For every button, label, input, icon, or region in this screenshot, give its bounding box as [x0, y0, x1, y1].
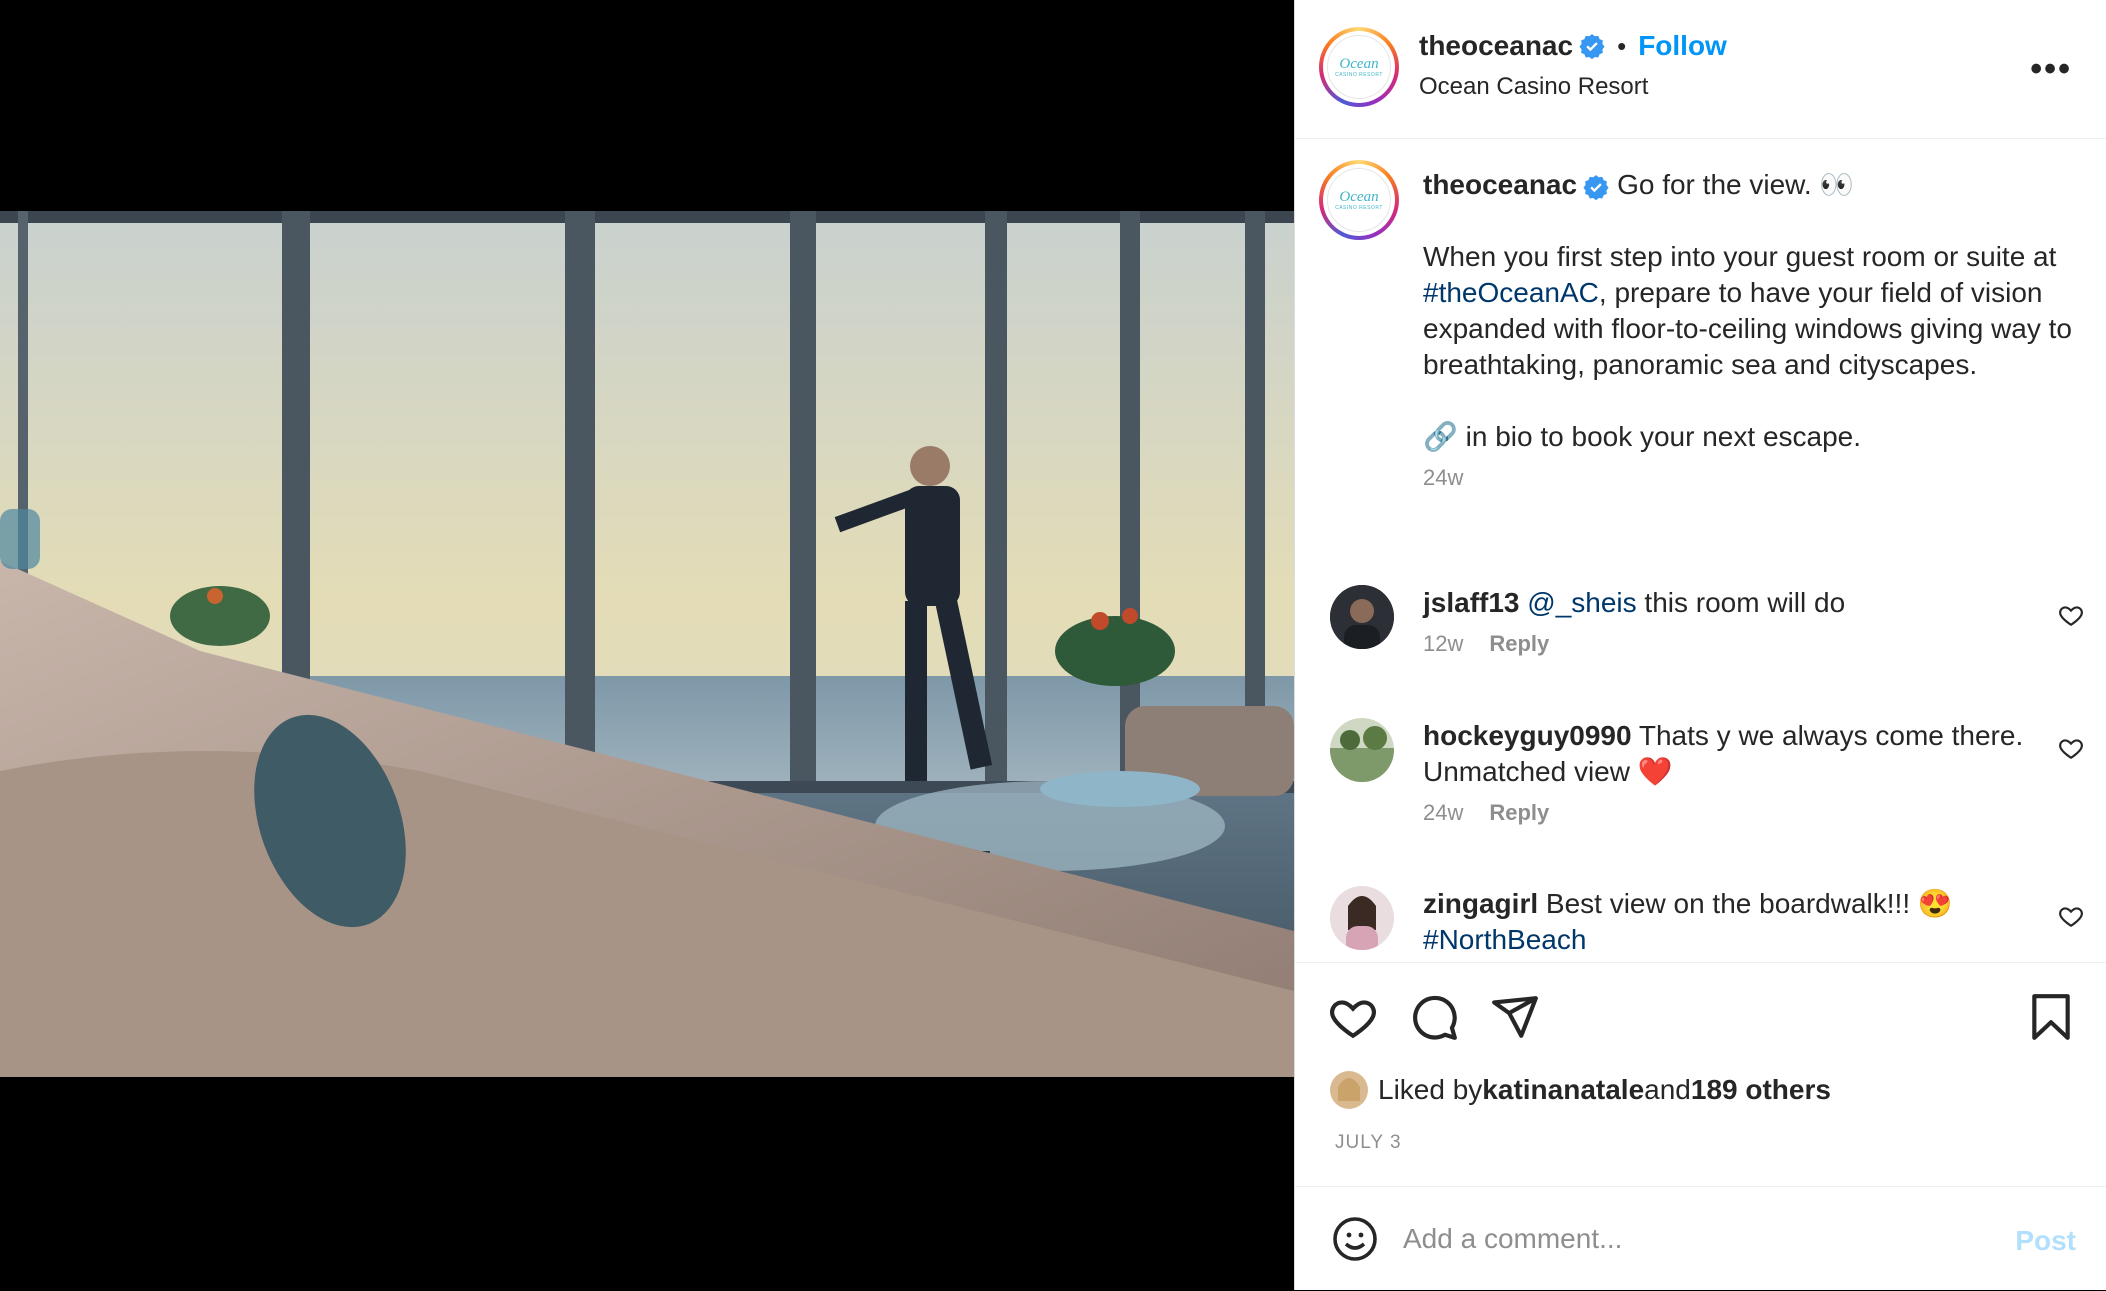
- caption-block: theoceanac Go for the view. 👀 When you fi…: [1423, 167, 2073, 491]
- caption-username[interactable]: theoceanac: [1423, 169, 1577, 200]
- comment-heart-icon[interactable]: [2058, 735, 2084, 761]
- logo-text: Ocean: [1339, 188, 1379, 205]
- ocean-logo: Ocean CASINO RESORT: [1327, 35, 1391, 99]
- logo-subtext: CASINO RESORT: [1335, 71, 1383, 78]
- comment-username[interactable]: jslaff13: [1423, 587, 1520, 618]
- mention-link[interactable]: @_sheis: [1527, 587, 1636, 618]
- post-header: Ocean CASINO RESORT theoceanac • Follow …: [1295, 0, 2106, 139]
- liker-username[interactable]: katinanatale: [1482, 1074, 1644, 1106]
- heart-icon[interactable]: [1328, 992, 1378, 1042]
- person-avatar-icon: [1330, 585, 1394, 649]
- emoji-icon[interactable]: [1331, 1215, 1379, 1263]
- comment-username[interactable]: zingagirl: [1423, 888, 1538, 919]
- hashtag-link[interactable]: #NorthBeach: [1423, 924, 1586, 955]
- action-bar: Liked by katinanatale and 189 others JUL…: [1295, 962, 2106, 1185]
- person-avatar-icon: [1330, 886, 1394, 950]
- add-comment-bar: Post: [1295, 1186, 2106, 1291]
- hotel-room-photo: [0, 211, 1294, 1077]
- logo-text: Ocean: [1339, 55, 1379, 72]
- likes-mid: and: [1644, 1074, 1691, 1105]
- comment-item: jslaff13 @_sheis this room will do 12w Re…: [1423, 585, 2033, 657]
- comment-icon[interactable]: [1409, 992, 1459, 1042]
- comment-input[interactable]: [1401, 1213, 1965, 1265]
- comment-item: zingagirl Best view on the boardwalk!!! …: [1423, 886, 2033, 958]
- comments-list[interactable]: Ocean CASINO RESORT theoceanac Go for the…: [1295, 139, 2106, 961]
- likes-prefix: Liked by: [1378, 1074, 1483, 1105]
- share-icon[interactable]: [1490, 992, 1540, 1042]
- author-avatar[interactable]: Ocean CASINO RESORT: [1319, 27, 1399, 107]
- post-media[interactable]: [0, 0, 1294, 1290]
- liker-avatar: [1330, 1071, 1368, 1109]
- likes-summary[interactable]: Liked by katinanatale and 189 others: [1330, 1071, 1831, 1109]
- comment-time[interactable]: 24w: [1423, 800, 1463, 825]
- author-username[interactable]: theoceanac: [1419, 30, 1573, 62]
- logo-subtext: CASINO RESORT: [1335, 204, 1383, 211]
- caption-first-line: theoceanac Go for the view. 👀: [1423, 167, 2073, 203]
- more-options-icon[interactable]: •••: [2030, 50, 2072, 89]
- verified-badge-icon: [1579, 34, 1605, 59]
- commenter-avatar[interactable]: [1330, 886, 1394, 950]
- caption-paragraph-2: 🔗 in bio to book your next escape.: [1423, 421, 1862, 452]
- comment-text: this room will do: [1636, 587, 1846, 618]
- header-separator: •: [1617, 30, 1627, 61]
- person-avatar-icon: [1330, 718, 1394, 782]
- bookmark-icon[interactable]: [2026, 992, 2076, 1042]
- verified-badge-icon: [1583, 174, 1609, 200]
- ocean-logo-small: Ocean CASINO RESORT: [1327, 168, 1391, 232]
- commenter-avatar[interactable]: [1330, 585, 1394, 649]
- comment-heart-icon[interactable]: [2058, 903, 2084, 929]
- comment-text: Best view on the boardwalk!!! 😍: [1545, 888, 1953, 919]
- comment-item: hockeyguy0990 Thats y we always come the…: [1423, 718, 2033, 826]
- caption-time[interactable]: 24w: [1423, 465, 2073, 491]
- location-link[interactable]: Ocean Casino Resort: [1419, 73, 1648, 101]
- caption-paragraph-1: When you first step into your guest room…: [1423, 239, 2073, 383]
- post-date[interactable]: JULY 3: [1335, 1132, 1402, 1154]
- reply-button[interactable]: Reply: [1489, 631, 1549, 656]
- comment-username[interactable]: hockeyguy0990: [1423, 720, 1632, 751]
- likes-others[interactable]: 189 others: [1691, 1074, 1831, 1106]
- comment-heart-icon[interactable]: [2058, 602, 2084, 628]
- hashtag-link[interactable]: #theOceanAC: [1423, 277, 1599, 308]
- comment-time[interactable]: 12w: [1423, 631, 1463, 656]
- post-side-panel: Ocean CASINO RESORT theoceanac • Follow …: [1294, 0, 2106, 1290]
- commenter-avatar[interactable]: [1330, 718, 1394, 782]
- follow-button[interactable]: Follow: [1638, 30, 1727, 62]
- caption-text-a: When you first step into your guest room…: [1423, 241, 2057, 272]
- post-photo[interactable]: [0, 211, 1294, 1077]
- reply-button[interactable]: Reply: [1489, 800, 1549, 825]
- caption-headline: Go for the view. 👀: [1617, 169, 1855, 200]
- post-comment-button[interactable]: Post: [2015, 1225, 2076, 1257]
- caption-avatar[interactable]: Ocean CASINO RESORT: [1319, 160, 1399, 240]
